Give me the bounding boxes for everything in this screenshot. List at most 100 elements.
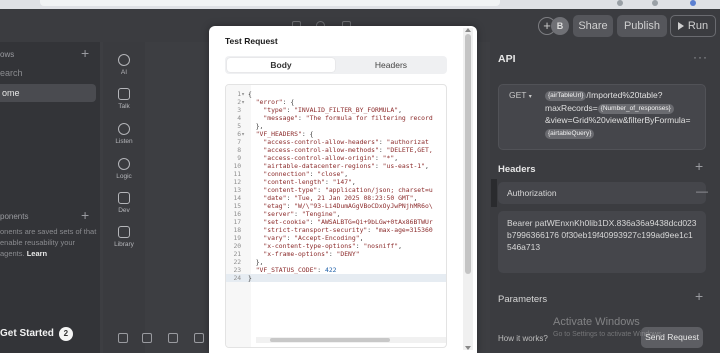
sidebar-item-home[interactable]: ome bbox=[0, 84, 96, 102]
code-token: , bbox=[394, 154, 399, 162]
add-parameter-icon[interactable]: + bbox=[695, 288, 703, 304]
request-url: {airTableUrl}/Imported%20table? maxRecor… bbox=[545, 89, 705, 139]
code-token: "The formula for filtering record bbox=[305, 114, 433, 122]
code-line: 15 "etag": "W/\"93-Li4DumAGgVBoCDxOyJwPN… bbox=[226, 202, 446, 210]
code-line: 3 "type": "INVALID_FILTER_BY_FORMULA", bbox=[226, 106, 446, 114]
add-flow-icon[interactable]: + bbox=[81, 45, 89, 61]
library-icon bbox=[118, 226, 130, 238]
http-method-select[interactable]: GET ▾ bbox=[509, 89, 532, 104]
code-token: "access-control-allow-origin" bbox=[263, 154, 375, 162]
chevron-down-icon: ▾ bbox=[528, 94, 532, 100]
code-token: "content-length" bbox=[263, 178, 325, 186]
logic-icon bbox=[118, 158, 130, 170]
code-token: "etag" bbox=[263, 202, 287, 210]
rail-item-logic[interactable]: Logic bbox=[103, 158, 145, 180]
code-line: 13 "content-type": "application/json; ch… bbox=[226, 186, 446, 194]
response-code-editor[interactable]: 1▾{2▾ "error": {3 "type": "INVALID_FILTE… bbox=[225, 84, 447, 348]
variable-pill: {Number_of_responses} bbox=[597, 103, 674, 114]
run-button[interactable]: Run bbox=[670, 15, 716, 37]
code-token: , bbox=[398, 106, 402, 114]
comment-tool-icon[interactable] bbox=[168, 333, 178, 343]
code-token: : bbox=[298, 114, 306, 122]
get-started-button[interactable]: Get Started 2 bbox=[0, 327, 73, 341]
rail-item-dev[interactable]: Dev bbox=[103, 192, 145, 214]
extension-icon[interactable] bbox=[652, 0, 658, 6]
scroll-down-icon[interactable] bbox=[465, 346, 471, 350]
code-token: : { bbox=[301, 130, 314, 138]
rail-label: Logic bbox=[116, 173, 132, 180]
move-tool-icon[interactable] bbox=[118, 333, 128, 343]
address-bar[interactable] bbox=[40, 0, 500, 6]
tab-headers[interactable]: Headers bbox=[337, 58, 445, 72]
header-name-field[interactable]: Authorization bbox=[498, 182, 706, 204]
scrollbar-thumb[interactable] bbox=[270, 338, 390, 342]
select-tool-icon[interactable] bbox=[142, 333, 152, 343]
rail-label: Listen bbox=[115, 138, 133, 145]
activate-windows-subtext: Go to Settings to activate Windows. bbox=[553, 331, 664, 338]
left-panel: ows + earch ome ponents + onents are sav… bbox=[0, 42, 100, 353]
code-token: "strict-transport-security" bbox=[263, 226, 368, 234]
rail-label: Dev bbox=[118, 207, 130, 214]
code-token: }, bbox=[248, 122, 264, 130]
rail-item-listen[interactable]: Listen bbox=[103, 123, 145, 145]
code-line: 22 }, bbox=[226, 258, 446, 266]
code-token: "Tue, 21 Jan 2025 08:23:50 GMT" bbox=[294, 194, 414, 202]
code-token: , bbox=[398, 242, 402, 250]
rail-item-ai[interactable]: AI bbox=[103, 54, 145, 76]
profile-icon[interactable] bbox=[690, 0, 696, 6]
parameters-section-title: Parameters bbox=[498, 294, 548, 305]
horizontal-scrollbar[interactable] bbox=[256, 337, 446, 343]
line-number: 18 bbox=[233, 226, 245, 234]
code-token: { bbox=[248, 90, 252, 98]
code-token: , bbox=[425, 162, 429, 170]
code-token: , bbox=[344, 170, 349, 178]
extension-icon[interactable] bbox=[617, 0, 623, 6]
remove-header-icon[interactable]: — bbox=[696, 184, 708, 198]
code-token: , bbox=[359, 234, 364, 242]
line-number: 14 bbox=[233, 194, 245, 202]
tab-body[interactable]: Body bbox=[227, 58, 335, 72]
line-number: 7 bbox=[237, 138, 245, 146]
code-line: 7 "access-control-allow-headers": "autho… bbox=[226, 138, 446, 146]
code-token: "access-control-allow-headers" bbox=[263, 138, 379, 146]
how-it-works-link[interactable]: How it works? bbox=[498, 334, 548, 343]
modal-scrollbar[interactable] bbox=[463, 28, 473, 350]
line-number: 2▾ bbox=[237, 98, 245, 106]
line-number: 8 bbox=[237, 146, 245, 154]
scroll-up-icon[interactable] bbox=[465, 28, 471, 32]
line-number: 6▾ bbox=[237, 130, 245, 138]
line-number: 13 bbox=[233, 186, 245, 194]
avatar[interactable]: B bbox=[551, 17, 569, 35]
header-value-field[interactable]: Bearer patWEnxnKh0lib1DX.836a36a9438dcd0… bbox=[498, 211, 706, 273]
code-token: , bbox=[351, 178, 356, 186]
api-url-field[interactable]: GET ▾ {airTableUrl}/Imported%20table? ma… bbox=[498, 84, 706, 150]
learn-link[interactable]: Learn bbox=[27, 249, 47, 258]
rail-item-talk[interactable]: Talk bbox=[103, 88, 145, 110]
add-component-icon[interactable]: + bbox=[81, 207, 89, 223]
share-button[interactable]: Share bbox=[573, 15, 613, 37]
search-input[interactable]: earch bbox=[0, 68, 23, 78]
code-line: 21 "x-frame-options": "DENY" bbox=[226, 250, 446, 258]
code-token: "x-frame-options" bbox=[263, 250, 329, 258]
add-header-icon[interactable]: + bbox=[695, 158, 703, 174]
line-number: 21 bbox=[233, 250, 245, 258]
rail-item-library[interactable]: Library bbox=[103, 226, 145, 248]
ai-icon bbox=[118, 54, 130, 66]
publish-button[interactable]: Publish bbox=[617, 15, 667, 37]
more-options-icon[interactable]: ··· bbox=[693, 50, 708, 64]
components-description: onents are saved sets of that enable reu… bbox=[0, 226, 98, 259]
image-tool-icon[interactable] bbox=[194, 333, 204, 343]
code-line: 23 "VF_STATUS_CODE": 422 bbox=[226, 266, 446, 274]
code-token: "*" bbox=[382, 154, 395, 162]
modal-tabs: Body Headers bbox=[225, 56, 447, 74]
scrollbar-thumb[interactable] bbox=[465, 34, 471, 274]
line-number: 10 bbox=[233, 162, 245, 170]
